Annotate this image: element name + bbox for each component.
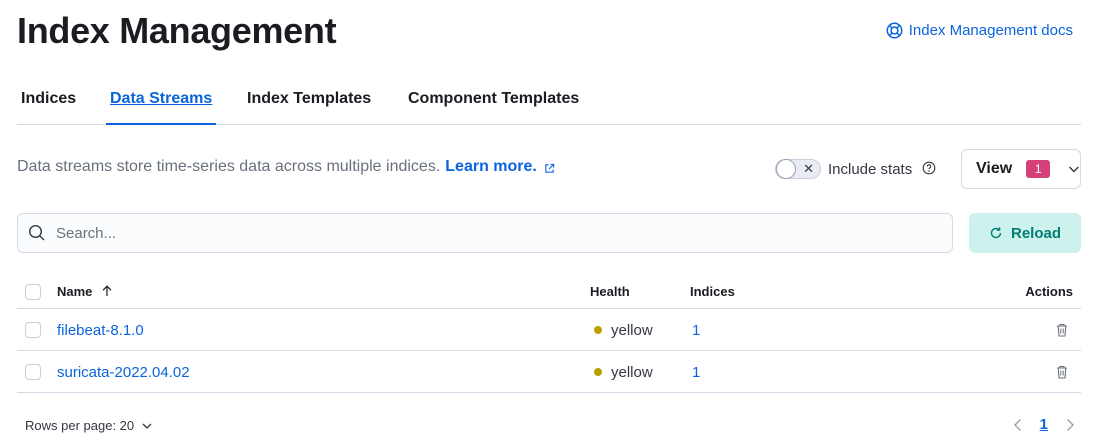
chevron-down-icon [1069, 166, 1080, 173]
column-header-indices: Indices [690, 284, 735, 299]
tab-bar: Indices Data Streams Index Templates Com… [17, 78, 1081, 125]
column-header-name[interactable]: Name [57, 284, 112, 299]
description-text: Data streams store time-series data acro… [17, 158, 441, 175]
include-stats-label: Include stats [828, 161, 913, 178]
reload-button-label: Reload [1010, 224, 1061, 242]
help-icon[interactable] [922, 161, 936, 175]
row-checkbox[interactable] [25, 364, 41, 380]
docs-link[interactable]: Index Management docs [886, 22, 1073, 39]
table-row: filebeat-8.1.0 yellow 1 [17, 309, 1081, 351]
data-stream-name-link[interactable]: filebeat-8.1.0 [57, 322, 144, 339]
tab-index-templates[interactable]: Index Templates [243, 90, 375, 124]
search-icon [28, 224, 45, 241]
lifebuoy-icon [886, 22, 903, 39]
health-dot-icon [594, 326, 602, 334]
trash-icon[interactable] [1054, 364, 1070, 380]
data-streams-table: Name Health Indices Actions filebeat-8.1… [17, 271, 1081, 393]
table-header-row: Name Health Indices Actions [17, 271, 1081, 309]
include-stats-toggle[interactable]: ✕ [775, 159, 821, 179]
sort-up-icon [102, 285, 112, 296]
close-icon: ✕ [803, 161, 814, 176]
page-title: Index Management [17, 10, 337, 51]
trash-icon[interactable] [1054, 322, 1070, 338]
rows-per-page-label: Rows per page: 20 [25, 418, 135, 433]
table-row: suricata-2022.04.02 yellow 1 [17, 351, 1081, 393]
row-checkbox[interactable] [25, 322, 41, 338]
column-header-health: Health [590, 284, 630, 299]
chevron-left-icon[interactable] [1012, 418, 1024, 432]
reload-button[interactable]: Reload [969, 213, 1081, 253]
external-link-icon [545, 163, 555, 173]
refresh-icon [990, 227, 1002, 239]
view-button-label: View [976, 160, 1013, 177]
chevron-down-icon [142, 423, 152, 429]
indices-count-link[interactable]: 1 [692, 322, 700, 339]
search-box[interactable] [17, 213, 953, 253]
indices-count-link[interactable]: 1 [692, 364, 700, 381]
page-description: Data streams store time-series data acro… [17, 158, 555, 176]
view-count-badge: 1 [1026, 160, 1051, 178]
search-input[interactable] [56, 224, 906, 242]
rows-per-page-selector[interactable]: Rows per page: 20 [25, 418, 152, 433]
column-header-actions: Actions [1025, 284, 1073, 299]
page-number-current[interactable]: 1 [1040, 416, 1048, 433]
pagination: 1 [1012, 416, 1076, 433]
chevron-right-icon[interactable] [1064, 418, 1076, 432]
tab-data-streams[interactable]: Data Streams [106, 90, 217, 125]
view-button[interactable]: View 1 [961, 149, 1081, 189]
toggle-knob [776, 159, 796, 179]
learn-more-link[interactable]: Learn more. [445, 158, 537, 176]
health-status: yellow [594, 322, 653, 339]
data-stream-name-link[interactable]: suricata-2022.04.02 [57, 364, 190, 381]
tab-component-templates[interactable]: Component Templates [404, 90, 583, 124]
health-dot-icon [594, 368, 602, 376]
docs-link-label: Index Management docs [908, 22, 1073, 39]
health-status: yellow [594, 364, 653, 381]
select-all-checkbox[interactable] [25, 284, 41, 300]
tab-indices[interactable]: Indices [17, 90, 80, 124]
